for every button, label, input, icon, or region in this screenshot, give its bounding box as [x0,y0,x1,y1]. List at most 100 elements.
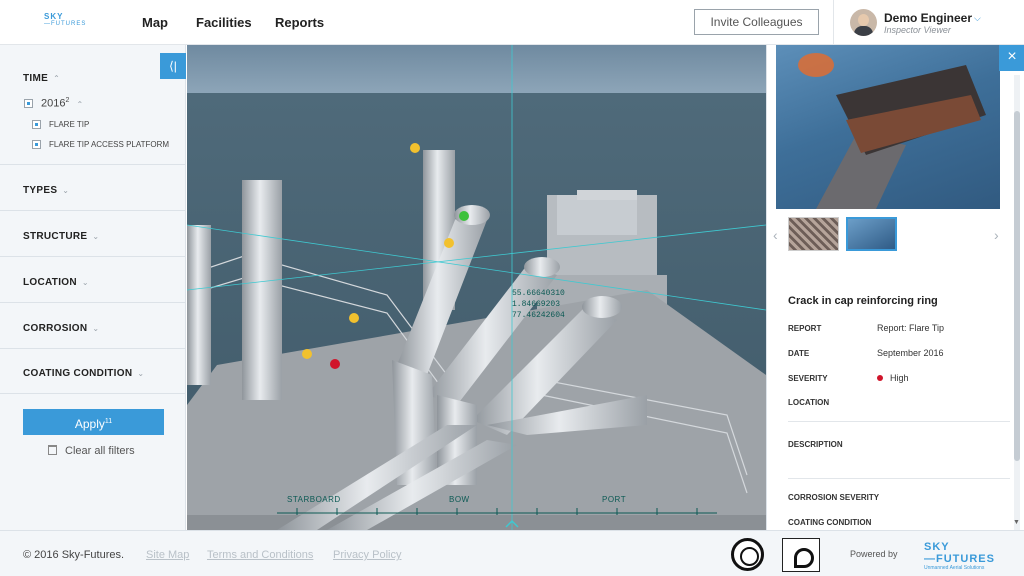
report-value[interactable]: Report: Flare Tip [877,323,944,333]
privacy-link[interactable]: Privacy Policy [333,549,401,561]
filter-divider [0,210,186,211]
powered-by: Powered by [850,549,898,559]
terms-link[interactable]: Terms and Conditions [207,549,313,561]
flare-tip-photo [798,53,986,209]
chevron-right-icon[interactable]: › [994,227,999,243]
coating-condition-label: COATING CONDITION [788,518,872,527]
photo-thumbnail[interactable] [788,217,839,251]
filter-structure[interactable]: STRUCTURE ⌄ [23,231,99,242]
logo-text-top: SKY [44,12,64,21]
flare-tip-platform-label[interactable]: FLARE TIP ACCESS PLATFORM [49,140,169,149]
chevron-left-icon[interactable]: ‹ [773,227,778,243]
filter-location-label: LOCATION [23,277,77,288]
marker-yellow[interactable] [302,349,312,359]
filter-location[interactable]: LOCATION ⌄ [23,277,89,288]
finding-photo[interactable] [776,45,1000,209]
year-filter[interactable]: 20162 ⌃ [41,97,83,110]
stack-left [242,180,282,400]
filter-corrosion-label: CORROSION [23,323,88,334]
panel-scroll-thumb[interactable] [1014,111,1020,461]
clear-filters-link[interactable]: Clear all filters [48,445,135,457]
photo-flame [798,53,834,77]
logo-text-bottom: —FUTURES [44,21,87,27]
close-icon[interactable]: × [999,45,1024,71]
stack-edge [187,225,211,385]
user-role: Inspector Viewer [884,25,951,35]
compass-starboard: STARBOARD [287,495,341,504]
filter-time-label: TIME [23,73,49,84]
description-label: DESCRIPTION [788,440,843,449]
finding-detail-panel: × ‹ › Crack in cap reinforcing ring REPO… [766,45,1024,530]
collapse-sidebar-icon[interactable]: ⟨| [160,53,186,79]
filter-corrosion[interactable]: CORROSION ⌄ [23,323,99,334]
filter-divider [0,393,186,394]
chevron-down-icon: ⌄ [137,369,145,378]
flare-tip-label[interactable]: FLARE TIP [49,120,89,129]
footer-logo-bottom: —FUTURES [924,553,995,565]
chevron-down-icon: ⌄ [92,232,100,241]
site-map-link[interactable]: Site Map [146,549,189,561]
avatar-body [854,26,873,36]
chevron-down-icon: ⌄ [92,324,100,333]
filter-types-label: TYPES [23,185,58,196]
marker-yellow[interactable] [410,143,420,153]
year-label: 2016 [41,97,66,110]
marker-yellow[interactable] [444,238,454,248]
filter-sidebar: ⟨| TIME ⌃ 20162 ⌃ FLARE TIP FLARE TIP ACC… [0,45,186,530]
sky [187,45,766,93]
copyright: © 2016 Sky-Futures. [23,549,125,561]
ukas-seal-icon [731,538,764,571]
footer-logo: SKY —FUTURES Unmanned Aerial Solutions [924,541,995,571]
scroll-down-icon[interactable]: ▼ [1013,519,1020,526]
filter-coating-condition[interactable]: COATING CONDITION ⌄ [23,368,144,379]
3d-scene[interactable] [187,45,766,530]
chevron-down-icon[interactable]: ⌵ [974,13,981,24]
nav-reports[interactable]: Reports [275,15,324,30]
flare-tip-platform-checkbox[interactable] [32,140,41,149]
chevron-down-icon: ⌄ [81,278,89,287]
date-value: September 2016 [877,348,944,358]
marker-red[interactable] [330,359,340,369]
marker-yellow[interactable] [349,313,359,323]
chevron-up-icon: ⌃ [76,99,84,109]
header-divider [833,0,834,45]
filter-divider [0,256,186,257]
coord-y: 1.84669203 [512,300,561,309]
user-name[interactable]: Demo Engineer [884,11,972,25]
coord-z: 77.46242604 [512,311,565,320]
date-label: DATE [788,349,810,358]
nav-map[interactable]: Map [142,15,168,30]
year-count: 2 [65,97,70,104]
photo-thumbnail-selected[interactable] [846,217,897,251]
nav-facilities[interactable]: Facilities [196,15,252,30]
filter-types[interactable]: TYPES ⌄ [23,185,69,196]
filter-divider [0,302,186,303]
trash-icon [48,445,57,455]
apply-count: 11 [104,418,113,425]
3d-viewer[interactable]: 55.66640310 1.84669203 77.46242604 STARB… [187,45,766,530]
severity-text: High [890,373,909,383]
filter-time[interactable]: TIME ⌃ [23,73,60,84]
severity-dot-icon [877,375,883,381]
severity-label: SEVERITY [788,374,828,383]
avatar[interactable] [850,9,877,36]
invite-colleagues-button[interactable]: Invite Colleagues [694,9,819,35]
finding-title: Crack in cap reinforcing ring [788,295,938,307]
corrosion-severity-label: CORROSION SEVERITY [788,493,880,502]
filter-coating-label: COATING CONDITION [23,368,133,379]
year-checkbox[interactable] [24,99,33,108]
location-label: LOCATION [788,398,830,407]
apply-filters-button[interactable]: Apply11 [23,409,164,435]
compass-bow: BOW [449,495,470,504]
report-label: REPORT [788,324,822,333]
sky-futures-logo[interactable]: SKY —FUTURES [44,12,94,34]
detail-divider [788,478,1010,479]
apply-label: Apply [74,417,105,431]
marker-green[interactable] [459,211,469,221]
clear-filters-label: Clear all filters [65,445,135,457]
coordinate-readout: 55.66640310 1.84669203 77.46242604 [512,288,565,321]
coord-x: 55.66640310 [512,289,565,298]
top-bar: SKY —FUTURES Map Facilities Reports Invi… [0,0,1024,45]
avatar-head [858,14,869,26]
flare-tip-checkbox[interactable] [32,120,41,129]
